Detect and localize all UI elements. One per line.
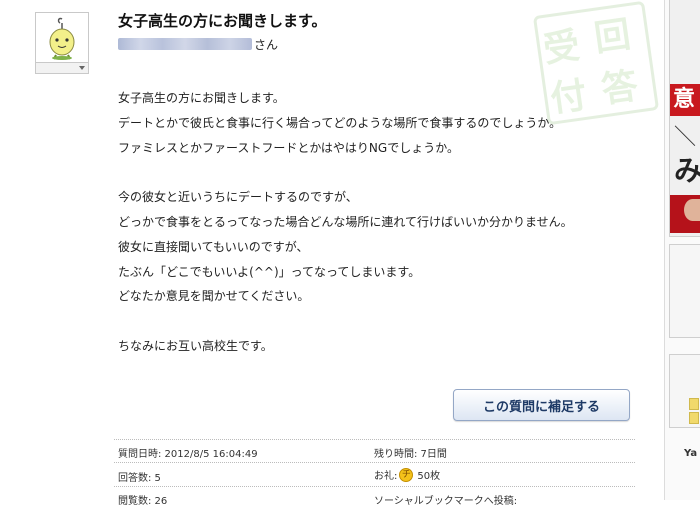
question-body: 女子高生の方にお聞きします。 デートとかで彼氏と食事に行く場合ってどのような場所… — [118, 86, 638, 359]
body-line: ファミレスとかファーストフードとかはやはりNGでしょうか。 — [118, 140, 459, 155]
question-title: 女子高生の方にお聞きします。 — [118, 12, 327, 30]
stamp-char: 回 — [591, 13, 634, 60]
ad-red-heading: 意 — [670, 84, 700, 116]
body-line — [118, 309, 638, 334]
ad-large-char: み — [674, 154, 700, 187]
sidebar-module — [669, 244, 700, 338]
body-line: どなたか意見を聞かせてください。 — [118, 289, 310, 304]
body-line: どっかで食事をとるってなった場合どんな場所に連れて行けばいいか分かりません。 — [118, 214, 573, 229]
reward-value: 50枚 — [417, 471, 441, 482]
chevron-down-icon — [79, 66, 85, 70]
ad-photo — [684, 199, 700, 221]
avatar-dropdown-toggle[interactable] — [36, 62, 88, 73]
divider — [114, 439, 635, 440]
add-supplement-button[interactable]: この質問に補足する — [453, 389, 630, 421]
body-line: たぶん「どこでもいいよ(^^)」ってなってしまいます。 — [118, 264, 421, 279]
reward: お礼: チ 50枚 — [374, 467, 440, 482]
ad-slash: ＼ — [674, 125, 697, 150]
divider — [114, 462, 635, 463]
stamp-char: 受 — [540, 24, 583, 71]
asked-date: 質問日時: 2012/8/5 16:04:49 — [118, 449, 258, 460]
sprout-mascot-icon — [36, 13, 88, 63]
divider — [114, 486, 635, 487]
body-line: 今の彼女と近いうちにデートするのですが、 — [118, 190, 358, 205]
body-line: ちなみにお互い高校生です。 — [118, 338, 273, 353]
sidebar-section-label: Ya — [684, 448, 698, 459]
user-avatar[interactable] — [35, 12, 89, 74]
sidebar-ad-banner[interactable]: 意 ＼ み — [669, 0, 700, 237]
redacted-username — [118, 38, 252, 50]
body-line — [118, 160, 638, 185]
remaining-time: 残り時間: 7日間 — [374, 449, 447, 460]
answer-count: 回答数: 5 — [118, 473, 161, 484]
folder-icon — [689, 398, 699, 410]
body-line: 女子高生の方にお聞きします。 — [118, 91, 285, 105]
honorific-suffix: さん — [254, 37, 279, 52]
reward-label: お礼: — [374, 471, 398, 482]
asker-name[interactable]: さん — [118, 37, 279, 52]
body-line: 彼女に直接聞いてもいいのですが、 — [118, 239, 309, 254]
folder-icon — [689, 412, 699, 424]
chiebukuro-coin-icon: チ — [399, 467, 414, 482]
body-line: デートとかで彼氏と食事に行く場合ってどのような場所で食事するのでしょうか。 — [118, 115, 562, 130]
